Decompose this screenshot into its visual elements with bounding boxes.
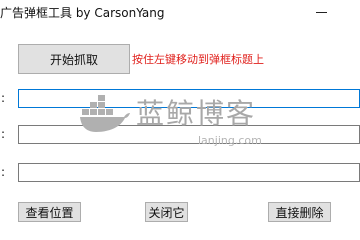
view-position-button[interactable]: 查看位置 [18,202,81,222]
start-capture-button[interactable]: 开始抓取 [18,44,130,74]
direct-delete-button[interactable]: 直接删除 [268,202,331,222]
text-field-1[interactable] [18,89,360,108]
field-label-3: : [1,165,6,179]
field-label-1: : [1,91,6,105]
text-field-2[interactable] [18,125,360,144]
text-field-3[interactable] [18,163,360,182]
hint-text: 按住左键移动到弹框标题上 [132,53,264,66]
field-label-2: : [1,127,6,141]
app-window: 广告弹框工具 by CarsonYang 开始抓取 按住左键移动到弹框标题上 :… [0,0,360,240]
minimize-icon[interactable] [316,12,327,13]
title-bar[interactable]: 广告弹框工具 by CarsonYang [0,0,360,26]
close-it-button[interactable]: 关闭它 [145,202,188,222]
window-title: 广告弹框工具 by CarsonYang [0,6,165,20]
